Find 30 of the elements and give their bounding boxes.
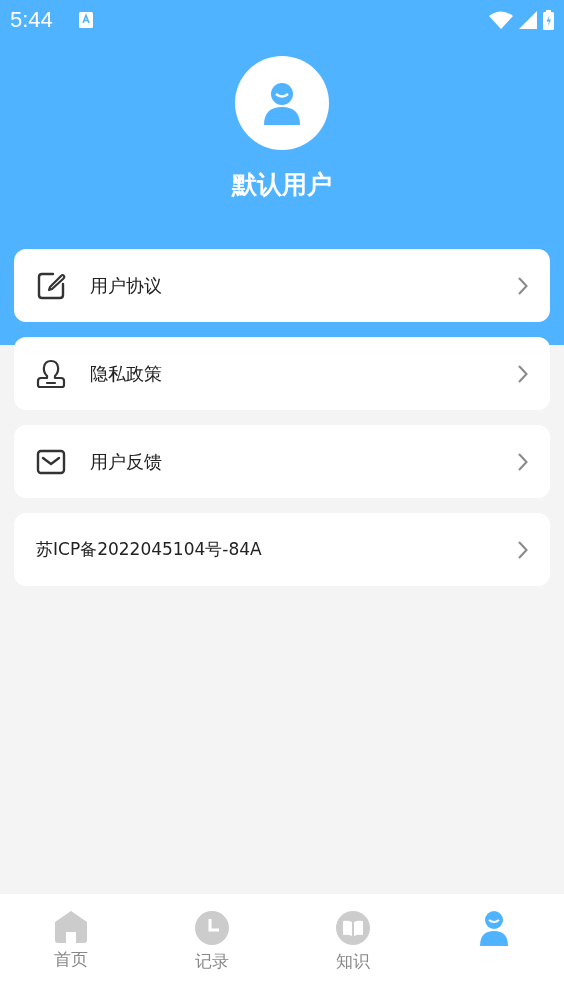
menu-item[interactable]: 用户反馈 (14, 425, 550, 498)
chevron-right-icon (518, 364, 528, 383)
nav-tab[interactable]: 首页 (0, 894, 141, 1004)
tab-label: 首页 (53, 948, 88, 971)
tab-label: 知识 (335, 950, 370, 973)
edit-icon (36, 270, 66, 301)
keyboard-notification-icon (78, 12, 93, 28)
user-name: 默认用户 (232, 169, 332, 201)
book-icon (334, 910, 371, 946)
menu-item[interactable]: 隐私政策 (14, 337, 550, 410)
menu-label: 苏ICP备2022045104号-84A (36, 538, 263, 561)
chevron-right-icon (518, 276, 528, 295)
menu-item[interactable]: 用户协议 (14, 249, 550, 322)
menu-label: 隐私政策 (90, 361, 163, 386)
clock-icon (193, 910, 230, 946)
stamp-icon (36, 358, 66, 389)
battery-icon (543, 10, 554, 30)
signal-icon (519, 11, 537, 29)
nav-tab[interactable]: 知识 (282, 894, 423, 1004)
tab-label: 记录 (194, 950, 229, 973)
chevron-right-icon (518, 540, 528, 559)
chevron-right-icon (518, 452, 528, 471)
menu-label: 用户反馈 (90, 449, 163, 474)
user-icon (478, 910, 509, 946)
status-time: 5:44 (10, 7, 53, 33)
wifi-icon (489, 11, 513, 29)
menu-item[interactable]: 苏ICP备2022045104号-84A (14, 513, 550, 586)
menu-label: 用户协议 (90, 273, 163, 298)
home-icon (52, 910, 89, 944)
nav-tab[interactable]: 记录 (141, 894, 282, 1004)
